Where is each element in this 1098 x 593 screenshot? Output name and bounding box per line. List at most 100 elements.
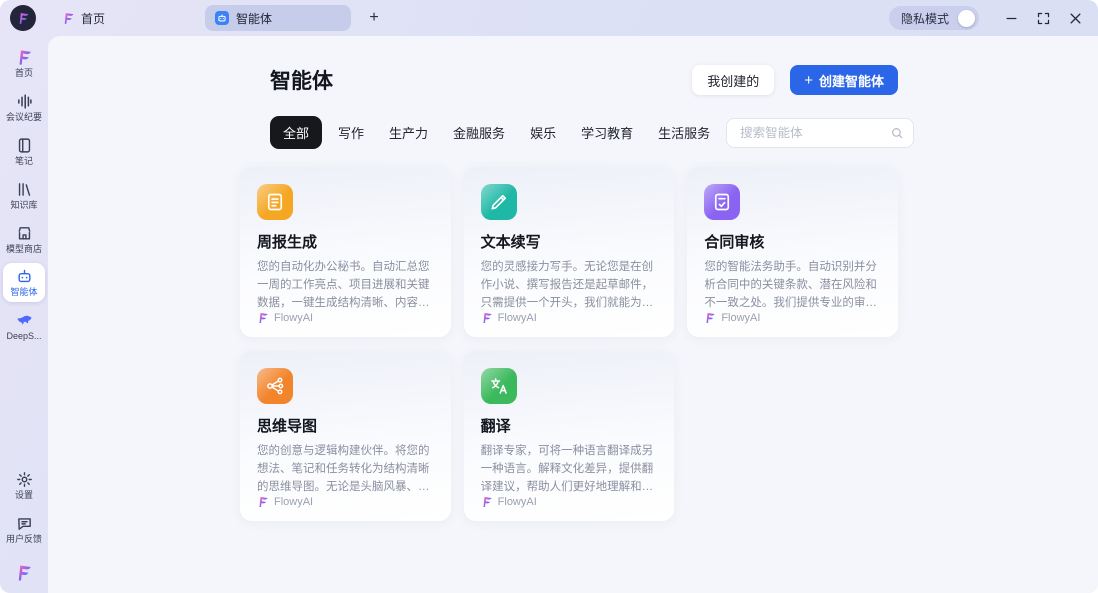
- agents-page: 智能体 我创建的 + 创建智能体 全部 写作 生产力 金融服务 娱乐 学习教育 …: [240, 64, 898, 521]
- waveform-icon: [16, 93, 33, 110]
- filter-entertainment[interactable]: 娱乐: [521, 117, 565, 148]
- library-icon: [16, 181, 33, 198]
- new-tab-button[interactable]: +: [363, 7, 385, 29]
- notebook-icon: [16, 137, 33, 154]
- plus-icon: +: [804, 73, 813, 88]
- card-title: 周报生成: [257, 231, 434, 252]
- translate-icon: [481, 368, 517, 404]
- privacy-mode-label: 隐私模式: [901, 10, 949, 27]
- close-icon: [1068, 11, 1083, 26]
- app-window: 首页 智能体 + 隐私模式: [0, 0, 1098, 593]
- toggle-knob: [958, 10, 975, 27]
- main-area: 智能体 我创建的 + 创建智能体 全部 写作 生产力 金融服务 娱乐 学习教育 …: [48, 36, 1098, 593]
- filter-row: 全部 写作 生产力 金融服务 娱乐 学习教育 生活服务: [240, 116, 898, 149]
- card-brand-label: FlowyAI: [274, 312, 313, 324]
- maximize-button[interactable]: [1035, 10, 1052, 27]
- page-title: 智能体: [270, 65, 333, 95]
- card-brand: FlowyAI: [481, 496, 658, 508]
- filter-finance[interactable]: 金融服务: [444, 117, 514, 148]
- minimize-icon: [1004, 11, 1019, 26]
- filter-all[interactable]: 全部: [270, 116, 322, 149]
- sidebar-item-deepseek[interactable]: DeepS...: [3, 307, 45, 346]
- search-box: [726, 118, 914, 148]
- flowyai-logo: [15, 564, 33, 587]
- sidebar-item-meeting-notes[interactable]: 会议纪要: [3, 88, 45, 127]
- sidebar-item-label: 首页: [15, 69, 33, 79]
- sidebar-item-label: DeepS...: [6, 332, 41, 342]
- titlebar: 首页 智能体 + 隐私模式: [0, 0, 1098, 36]
- card-brand-label: FlowyAI: [498, 496, 537, 508]
- header-actions: 我创建的 + 创建智能体: [692, 65, 898, 95]
- agent-card-text-continuation[interactable]: 文本续写 您的灵感接力写手。无论您是在创作小说、撰写报告还是起草邮件，只需提供一…: [464, 167, 675, 337]
- flowyai-logo-icon: [257, 312, 269, 324]
- card-brand: FlowyAI: [704, 312, 881, 324]
- sidebar-item-model-store[interactable]: 模型商店: [3, 220, 45, 259]
- agent-card-grid: 周报生成 您的自动化办公秘书。自动汇总您一周的工作亮点、项目进展和关键数据，一键…: [240, 167, 898, 521]
- card-brand: FlowyAI: [257, 496, 434, 508]
- sidebar-item-label: 设置: [15, 491, 33, 501]
- flowyai-logo-icon: [16, 49, 33, 66]
- minimize-button[interactable]: [1003, 10, 1020, 27]
- feedback-icon: [16, 515, 33, 532]
- agent-card-weekly-report[interactable]: 周报生成 您的自动化办公秘书。自动汇总您一周的工作亮点、项目进展和关键数据，一键…: [240, 167, 451, 337]
- fullscreen-icon: [1036, 11, 1051, 26]
- sidebar-item-knowledge-base[interactable]: 知识库: [3, 176, 45, 215]
- my-created-button[interactable]: 我创建的: [692, 65, 774, 95]
- card-title: 文本续写: [481, 231, 658, 252]
- card-description: 您的自动化办公秘书。自动汇总您一周的工作亮点、项目进展和关键数据，一键生成结构清…: [257, 259, 434, 312]
- card-title: 翻译: [481, 415, 658, 436]
- pencil-write-icon: [481, 184, 517, 220]
- sidebar-item-label: 笔记: [15, 157, 33, 167]
- card-brand-label: FlowyAI: [498, 312, 537, 324]
- tab-agents-label: 智能体: [236, 10, 272, 27]
- privacy-mode-toggle[interactable]: 隐私模式: [889, 6, 979, 30]
- create-agent-button[interactable]: + 创建智能体: [790, 65, 898, 95]
- sidebar-item-label: 智能体: [10, 288, 37, 298]
- gear-icon: [16, 471, 33, 488]
- sidebar-item-label: 模型商店: [6, 245, 42, 255]
- user-avatar[interactable]: [10, 5, 36, 31]
- card-brand: FlowyAI: [481, 312, 658, 324]
- sidebar-item-notes[interactable]: 笔记: [3, 132, 45, 171]
- agent-tab-icon: [215, 11, 229, 25]
- card-description: 翻译专家，可将一种语言翻译成另一种语言。解释文化差异，提供翻译建议，帮助人们更好…: [481, 443, 658, 496]
- tab-agents-active[interactable]: 智能体: [205, 5, 351, 31]
- close-button[interactable]: [1067, 10, 1084, 27]
- card-description: 您的灵感接力写手。无论您是在创作小说、撰写报告还是起草邮件，只需提供一个开头，我…: [481, 259, 658, 312]
- filter-productivity[interactable]: 生产力: [380, 117, 437, 148]
- store-icon: [16, 225, 33, 242]
- sidebar-item-home[interactable]: 首页: [3, 44, 45, 83]
- tab-home-label: 首页: [81, 10, 105, 27]
- flowyai-logo-icon: [481, 312, 493, 324]
- tab-home[interactable]: 首页: [54, 5, 113, 31]
- card-brand: FlowyAI: [257, 312, 434, 324]
- robot-icon: [16, 268, 33, 285]
- card-description: 您的创意与逻辑构建伙伴。将您的想法、笔记和任务转化为结构清晰的思维导图。无论是头…: [257, 443, 434, 496]
- mindmap-nodes-icon: [257, 368, 293, 404]
- flowyai-logo-icon: [62, 12, 75, 25]
- sidebar-item-agents[interactable]: 智能体: [3, 263, 45, 302]
- sidebar: 首页 会议纪要 笔记 知识库 模型商店 智能体 DeepS...: [0, 36, 48, 593]
- deepseek-whale-icon: [16, 312, 33, 329]
- agent-card-translate[interactable]: 翻译 翻译专家，可将一种语言翻译成另一种语言。解释文化差异，提供翻译建议，帮助人…: [464, 351, 675, 521]
- sidebar-item-label: 用户反馈: [6, 535, 42, 545]
- search-input[interactable]: [738, 125, 890, 141]
- page-header: 智能体 我创建的 + 创建智能体: [240, 64, 898, 96]
- flowyai-logo-icon: [17, 12, 30, 25]
- agent-card-contract-review[interactable]: 合同审核 您的智能法务助手。自动识别并分析合同中的关键条款、潜在风险和不一致之处…: [687, 167, 898, 337]
- flowyai-logo-icon: [704, 312, 716, 324]
- card-brand-label: FlowyAI: [274, 496, 313, 508]
- filter-life-services[interactable]: 生活服务: [649, 117, 719, 148]
- sidebar-item-user-feedback[interactable]: 用户反馈: [3, 510, 45, 549]
- flowyai-logo-icon: [257, 496, 269, 508]
- card-brand-label: FlowyAI: [721, 312, 760, 324]
- search-icon: [890, 126, 904, 140]
- report-document-icon: [257, 184, 293, 220]
- flowyai-logo-icon: [15, 564, 33, 582]
- titlebar-right: 隐私模式: [889, 6, 1084, 30]
- filter-writing[interactable]: 写作: [329, 117, 373, 148]
- sidebar-item-label: 知识库: [10, 201, 37, 211]
- filter-education[interactable]: 学习教育: [572, 117, 642, 148]
- sidebar-item-settings[interactable]: 设置: [3, 466, 45, 505]
- agent-card-mind-map[interactable]: 思维导图 您的创意与逻辑构建伙伴。将您的想法、笔记和任务转化为结构清晰的思维导图…: [240, 351, 451, 521]
